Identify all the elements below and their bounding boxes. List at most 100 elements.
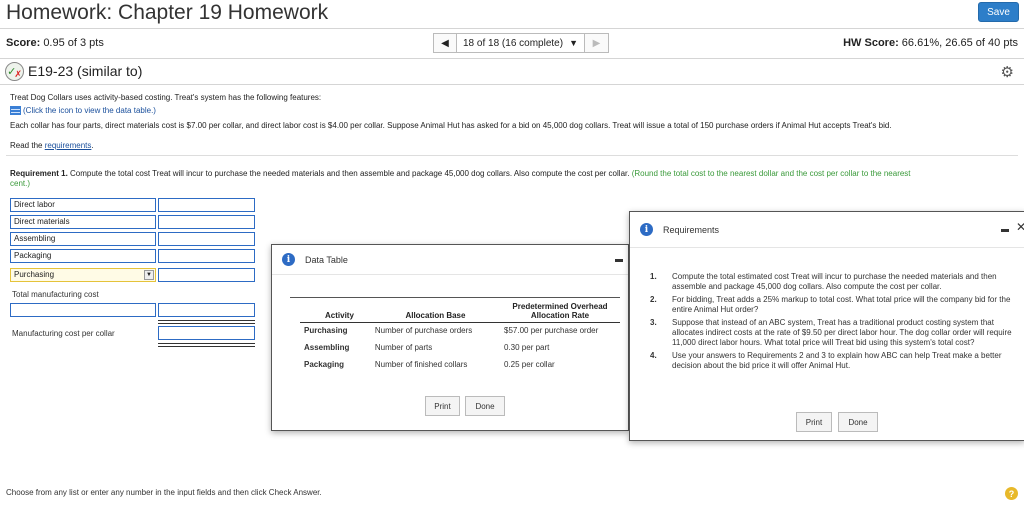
- value-input-cost-per-collar[interactable]: [158, 326, 255, 340]
- list-item-text: Compute the total estimated cost Treat w…: [672, 272, 997, 291]
- requirements-dialog-title: Requirements: [663, 224, 720, 235]
- double-underline: [158, 320, 255, 324]
- table-top-rule: [290, 297, 620, 298]
- data-table-print-button[interactable]: Print: [425, 396, 460, 416]
- gear-icon[interactable]: ⚙: [1001, 63, 1014, 81]
- question-title: E19-23 (similar to): [28, 63, 143, 79]
- data-table-dialog-header: i Data Table: [272, 245, 628, 275]
- requirement-1-text: Compute the total cost Treat will incur …: [67, 169, 630, 178]
- table-row: Packaging Number of finished collars 0.2…: [300, 357, 620, 374]
- requirements-list: 1. Compute the total estimated cost Treat…: [650, 272, 1020, 374]
- question-intro: Treat Dog Collars uses activity-based co…: [10, 93, 322, 102]
- question-body: Each collar has four parts, direct mater…: [10, 121, 892, 130]
- data-table-link[interactable]: (Click the icon to view the data table.): [10, 106, 156, 116]
- score-value: 0.95 of 3 pts: [43, 37, 104, 49]
- cell-activity: Purchasing: [304, 326, 348, 335]
- table-icon[interactable]: [10, 106, 21, 116]
- arrow-left-icon: ◀: [441, 37, 449, 49]
- rounding-hint-cont: cent.): [10, 179, 31, 188]
- divider: [0, 84, 1024, 85]
- data-table-dialog: i Data Table Activity Allocation Base Pr…: [271, 244, 629, 431]
- table-row: Assembling Number of parts 0.30 per part: [300, 340, 620, 357]
- minimize-icon[interactable]: [1001, 229, 1009, 232]
- question-select-label: 18 of 18 (16 complete): [463, 37, 564, 49]
- hw-score-value: 66.61%, 26.65 of 40 pts: [901, 37, 1018, 49]
- footer-instructions: Choose from any list or enter any number…: [6, 488, 322, 497]
- cell-rate: 0.25 per collar: [504, 360, 555, 369]
- table-row: Purchasing Number of purchase orders $57…: [300, 323, 620, 341]
- row-label-assembling[interactable]: Assembling: [10, 232, 156, 246]
- list-item-text: For bidding, Treat adds a 25% markup to …: [672, 295, 1011, 314]
- requirement-1-label: Requirement 1.: [10, 169, 68, 178]
- score-label: Score:: [6, 37, 41, 49]
- row-select-value: Purchasing: [14, 270, 55, 279]
- data-table-done-button[interactable]: Done: [465, 396, 505, 416]
- partial-credit-icon: ✓ ✗: [5, 62, 24, 81]
- requirements-done-button[interactable]: Done: [838, 412, 878, 432]
- dropdown-icon[interactable]: ▼: [144, 270, 154, 280]
- value-input-direct-materials[interactable]: [158, 215, 255, 229]
- list-item: 1. Compute the total estimated cost Treat…: [650, 272, 1020, 292]
- rounding-hint: (Round the total cost to the nearest dol…: [629, 169, 911, 178]
- cell-base: Number of parts: [374, 343, 433, 352]
- cell-activity: Packaging: [304, 360, 345, 369]
- data-table-link-text[interactable]: (Click the icon to view the data table.): [23, 106, 156, 115]
- table-header-row: Activity Allocation Base Predetermined O…: [300, 302, 620, 323]
- value-input-packaging[interactable]: [158, 249, 255, 263]
- value-input-total-cost[interactable]: [158, 303, 255, 317]
- requirements-dialog-header: i Requirements: [630, 212, 1024, 248]
- list-item: 3. Suppose that instead of an ABC system,…: [650, 318, 1020, 348]
- requirement-1-prompt: Requirement 1. Compute the total cost Tr…: [10, 169, 911, 178]
- value-input-purchasing[interactable]: [158, 268, 255, 282]
- col-header-allocation-base: Allocation Base: [370, 302, 500, 323]
- list-item-number: 1.: [650, 272, 657, 281]
- value-input-direct-labor[interactable]: [158, 198, 255, 212]
- list-item-text: Suppose that instead of an ABC system, T…: [672, 318, 1012, 347]
- row-label-direct-labor[interactable]: Direct labor: [10, 198, 156, 212]
- read-suffix: .: [91, 141, 94, 150]
- list-item-text: Use your answers to Requirements 2 and 3…: [672, 351, 1002, 370]
- close-icon[interactable]: ✕: [1016, 220, 1024, 234]
- requirements-link[interactable]: requirements: [45, 141, 92, 150]
- cell-base: Number of purchase orders: [374, 326, 473, 335]
- row-select-purchasing[interactable]: Purchasing ▼: [10, 268, 156, 282]
- requirements-print-button[interactable]: Print: [796, 412, 832, 432]
- cell-activity: Assembling: [304, 343, 350, 352]
- list-item-number: 3.: [650, 318, 657, 327]
- page-title: Homework: Chapter 19 Homework: [6, 1, 329, 24]
- question-select[interactable]: 18 of 18 (16 complete) ▼: [457, 33, 585, 53]
- double-underline: [158, 343, 255, 347]
- arrow-right-icon: ▶: [592, 37, 601, 49]
- list-item: 4. Use your answers to Requirements 2 and…: [650, 351, 1020, 371]
- divider: [6, 155, 1018, 156]
- col-header-rate: Predetermined Overhead Allocation Rate: [500, 302, 620, 323]
- data-table-dialog-title: Data Table: [305, 254, 348, 265]
- cell-rate: 0.30 per part: [504, 343, 550, 352]
- score: Score: 0.95 of 3 pts: [6, 37, 104, 49]
- next-question-button[interactable]: ▶: [584, 33, 609, 53]
- prev-question-button[interactable]: ◀: [433, 33, 457, 53]
- help-icon[interactable]: ?: [1005, 487, 1018, 500]
- minimize-icon[interactable]: [615, 259, 623, 262]
- data-table: Activity Allocation Base Predetermined O…: [300, 302, 620, 374]
- read-requirements: Read the requirements.: [10, 141, 94, 150]
- row-label-blank[interactable]: [10, 303, 156, 317]
- hw-score: HW Score: 66.61%, 26.65 of 40 pts: [843, 37, 1018, 49]
- cost-per-collar-label: Manufacturing cost per collar: [12, 329, 115, 338]
- divider: [0, 58, 1024, 59]
- col-header-activity: Activity: [300, 302, 371, 323]
- total-cost-label: Total manufacturing cost: [12, 290, 99, 299]
- row-label-packaging[interactable]: Packaging: [10, 249, 156, 263]
- cell-base: Number of finished collars: [374, 360, 468, 369]
- save-button[interactable]: Save: [978, 2, 1019, 22]
- row-label-direct-materials[interactable]: Direct materials: [10, 215, 156, 229]
- info-icon: i: [640, 223, 653, 236]
- read-prefix: Read the: [10, 141, 45, 150]
- list-item-number: 2.: [650, 295, 657, 304]
- value-input-assembling[interactable]: [158, 232, 255, 246]
- list-item-number: 4.: [650, 351, 657, 360]
- list-item: 2. For bidding, Treat adds a 25% markup t…: [650, 295, 1020, 315]
- cell-rate: $57.00 per purchase order: [504, 326, 599, 335]
- hw-score-label: HW Score:: [843, 37, 899, 49]
- divider: [0, 28, 1024, 29]
